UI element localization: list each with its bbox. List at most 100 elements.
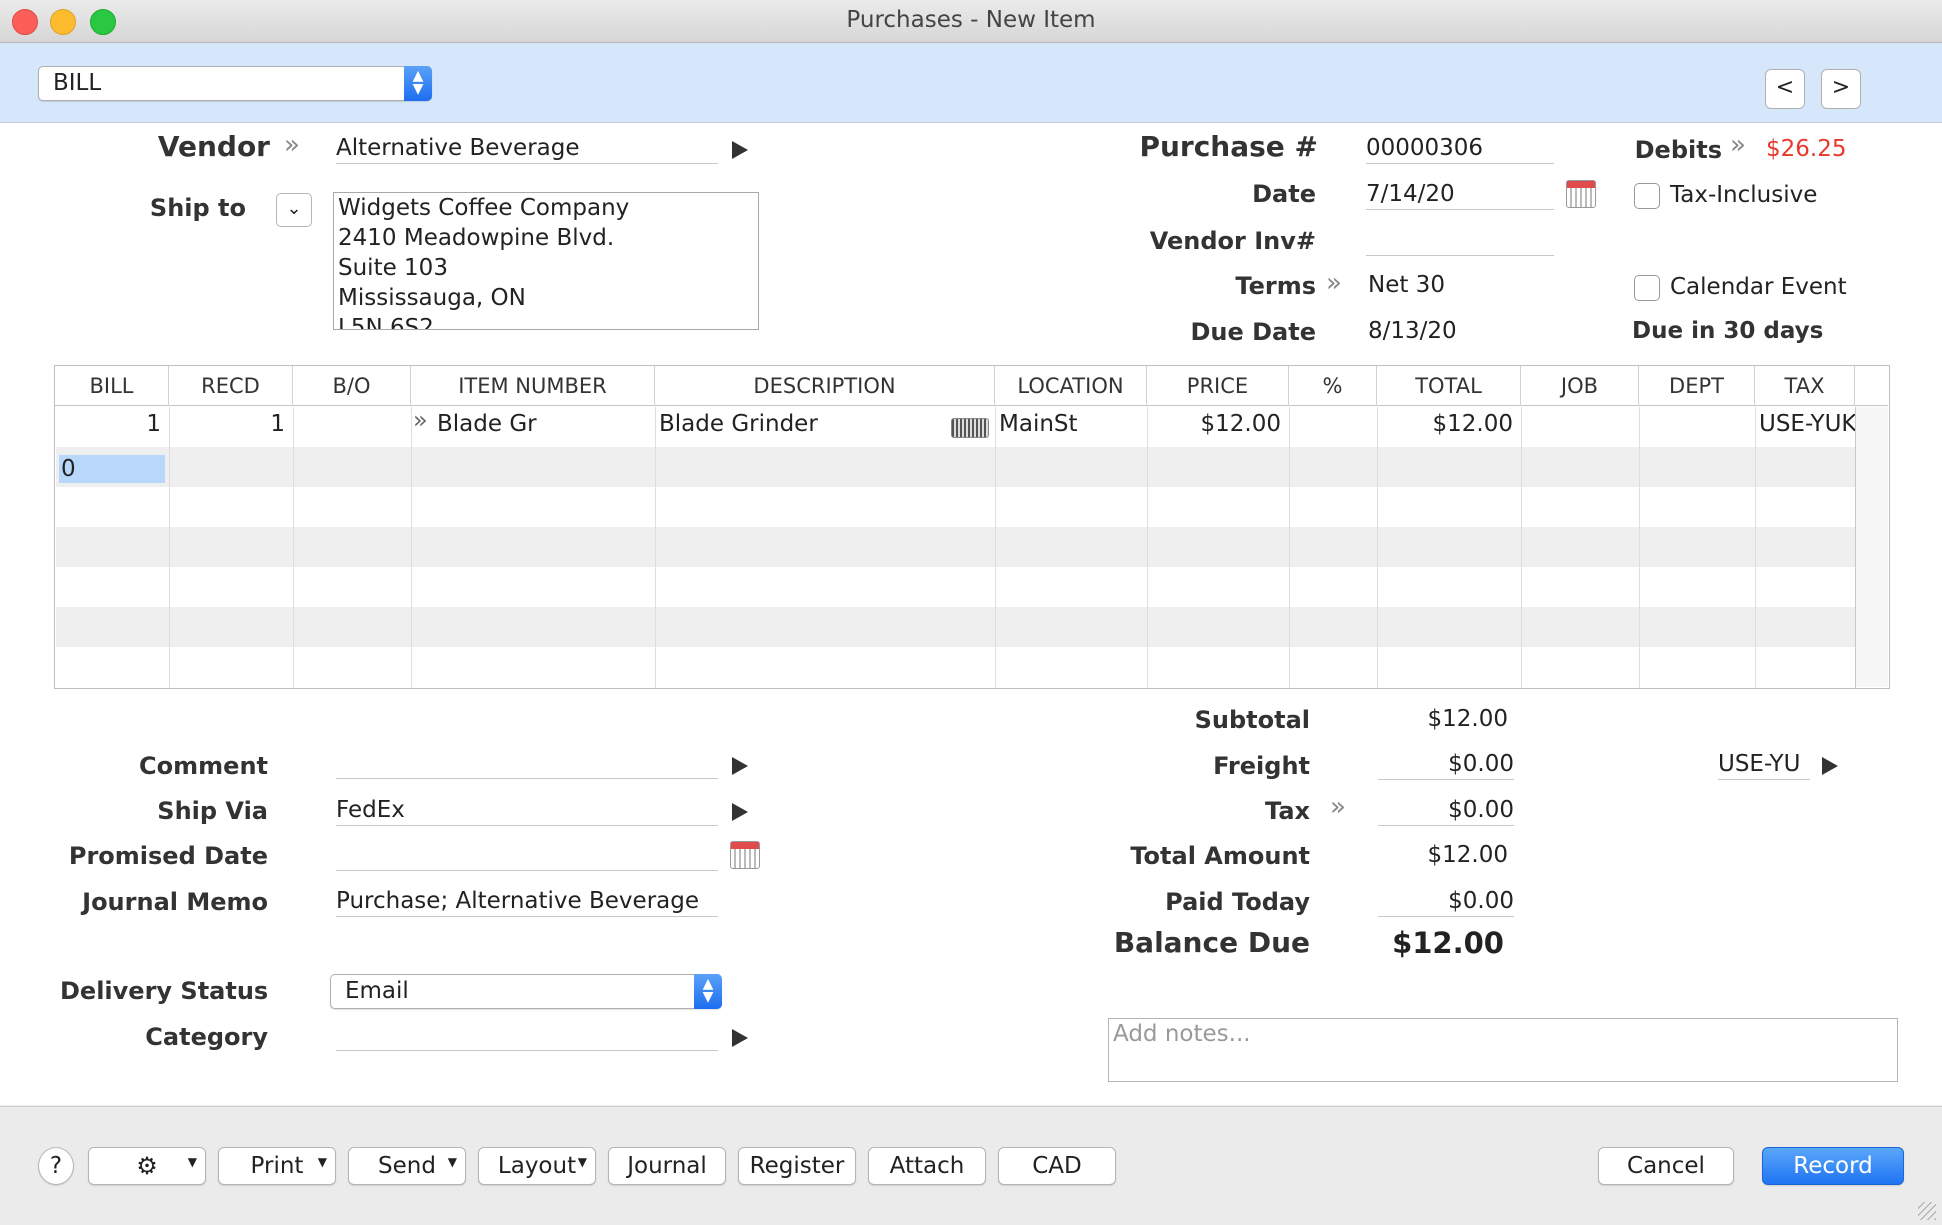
comment-field[interactable] [336,748,718,779]
table-row[interactable] [56,647,1856,687]
due-date-label: Due Date [1190,318,1316,346]
column-header[interactable]: LOCATION [995,366,1147,406]
ship-to-line: 2410 Meadowpine Blvd. [338,225,615,251]
ship-to-dropdown-button[interactable]: ⌄ [276,193,312,227]
settings-button[interactable]: ⚙ ▼ [88,1147,206,1185]
send-button[interactable]: Send ▼ [348,1147,466,1185]
tax-field: $0.00 [1378,795,1514,826]
debits-zoom-icon[interactable]: » [1730,130,1746,160]
vendor-detail-arrow-icon[interactable] [732,141,748,159]
promised-calendar-icon[interactable] [730,841,760,869]
column-divider [1289,407,1290,688]
ship-via-field[interactable]: FedEx [336,795,718,826]
terms-zoom-icon[interactable]: » [1326,268,1342,298]
column-header[interactable]: % [1289,366,1377,406]
chevron-down-icon: ⌄ [286,198,302,219]
cell-tax[interactable]: USE-YUK [1759,411,1855,437]
notes-placeholder: Add notes... [1113,1021,1251,1047]
column-header[interactable]: B/O [293,366,411,406]
next-record-button[interactable]: > [1821,69,1861,109]
resize-grip-icon[interactable] [1918,1202,1936,1220]
print-button-label: Print [250,1153,304,1179]
cell-item-number[interactable]: Blade Gr [437,411,651,437]
vendor-inv-field[interactable] [1366,225,1554,256]
column-header[interactable]: TOTAL [1377,366,1521,406]
column-divider [169,407,170,688]
column-header[interactable]: DESCRIPTION [655,366,995,406]
calendar-icon[interactable] [1566,180,1596,208]
vendor-inv-label: Vendor Inv# [1149,227,1316,255]
date-field[interactable]: 7/14/20 [1366,179,1554,210]
column-header[interactable]: PRICE [1147,366,1289,406]
category-label: Category [145,1023,268,1051]
calendar-event-checkbox[interactable] [1634,275,1660,301]
freight-field[interactable]: $0.00 [1378,749,1514,780]
freight-tax-arrow-icon[interactable] [1822,757,1838,775]
register-button[interactable]: Register [738,1147,856,1185]
table-row[interactable] [56,607,1856,647]
keyboard-icon[interactable] [951,418,989,438]
notes-input[interactable]: Add notes... [1108,1018,1898,1082]
debits-label: Debits [1634,136,1722,164]
balance-due-label: Balance Due [1113,926,1310,959]
vendor-field[interactable]: Alternative Beverage [336,133,718,164]
layout-button[interactable]: Layout ▼ [478,1147,596,1185]
item-zoom-icon[interactable]: » [413,406,428,434]
cad-button[interactable]: CAD [998,1147,1116,1185]
column-divider [1755,407,1756,688]
comment-label: Comment [139,752,268,780]
column-header[interactable]: RECD [169,366,293,406]
ship-via-label: Ship Via [157,797,268,825]
layout-button-label: Layout [497,1153,577,1179]
type-select[interactable]: BILL ▲ ▼ [38,66,432,101]
cell-price[interactable]: $12.00 [1147,411,1281,437]
balance-due-value: $12.00 [1392,926,1504,960]
table-row[interactable] [56,527,1856,567]
ship-via-arrow-icon[interactable] [732,803,748,821]
column-header[interactable]: JOB [1521,366,1639,406]
tax-inclusive-checkbox[interactable] [1634,183,1660,209]
paid-today-field[interactable]: $0.00 [1378,886,1514,917]
table-row[interactable] [56,487,1856,527]
cell-description[interactable]: Blade Grinder [659,411,949,437]
due-date-value: 8/13/20 [1368,318,1457,344]
column-header[interactable]: BILL [55,366,169,406]
delivery-status-value: Email [345,978,409,1004]
cell-bill[interactable]: 1 [55,411,161,437]
table-scrollbar[interactable] [1856,407,1888,687]
bill-qty-edit-input[interactable]: 0 [59,455,165,483]
column-header[interactable]: ITEM NUMBER [411,366,655,406]
title-bar: Purchases - New Item [0,0,1942,43]
window-title: Purchases - New Item [846,7,1096,33]
ship-to-address[interactable]: Widgets Coffee Company 2410 Meadowpine B… [333,192,759,330]
cell-recd[interactable]: 1 [169,411,285,437]
attach-button[interactable]: Attach [868,1147,986,1185]
vendor-zoom-icon[interactable]: » [284,130,300,160]
record-button[interactable]: Record [1762,1147,1904,1185]
cell-total[interactable]: $12.00 [1377,411,1513,437]
category-arrow-icon[interactable] [732,1029,748,1047]
ship-to-line: Mississauga, ON [338,285,526,311]
table-row[interactable] [56,567,1856,607]
dropdown-caret-icon: ▼ [187,1155,197,1169]
prev-record-button[interactable]: < [1765,69,1805,109]
cell-location[interactable]: MainSt [999,411,1143,437]
column-divider [655,407,656,688]
table-row[interactable] [56,447,1856,487]
print-button[interactable]: Print ▼ [218,1147,336,1185]
delivery-status-select[interactable]: Email ▲ ▼ [330,974,722,1009]
tax-zoom-icon[interactable]: » [1330,792,1346,822]
terms-value[interactable]: Net 30 [1368,272,1445,298]
select-arrows-icon: ▲ ▼ [404,66,432,101]
journal-button[interactable]: Journal [608,1147,726,1185]
purchase-number-field[interactable]: 00000306 [1366,133,1554,164]
column-header[interactable]: TAX [1755,366,1855,406]
help-button[interactable]: ? [38,1147,74,1185]
journal-memo-field[interactable]: Purchase; Alternative Beverage [336,886,718,917]
category-field[interactable] [336,1020,718,1051]
freight-tax-code-field[interactable]: USE-YU [1718,749,1810,780]
promised-date-field[interactable] [336,840,718,871]
cancel-button[interactable]: Cancel [1598,1147,1734,1185]
column-header[interactable]: DEPT [1639,366,1755,406]
comment-arrow-icon[interactable] [732,757,748,775]
